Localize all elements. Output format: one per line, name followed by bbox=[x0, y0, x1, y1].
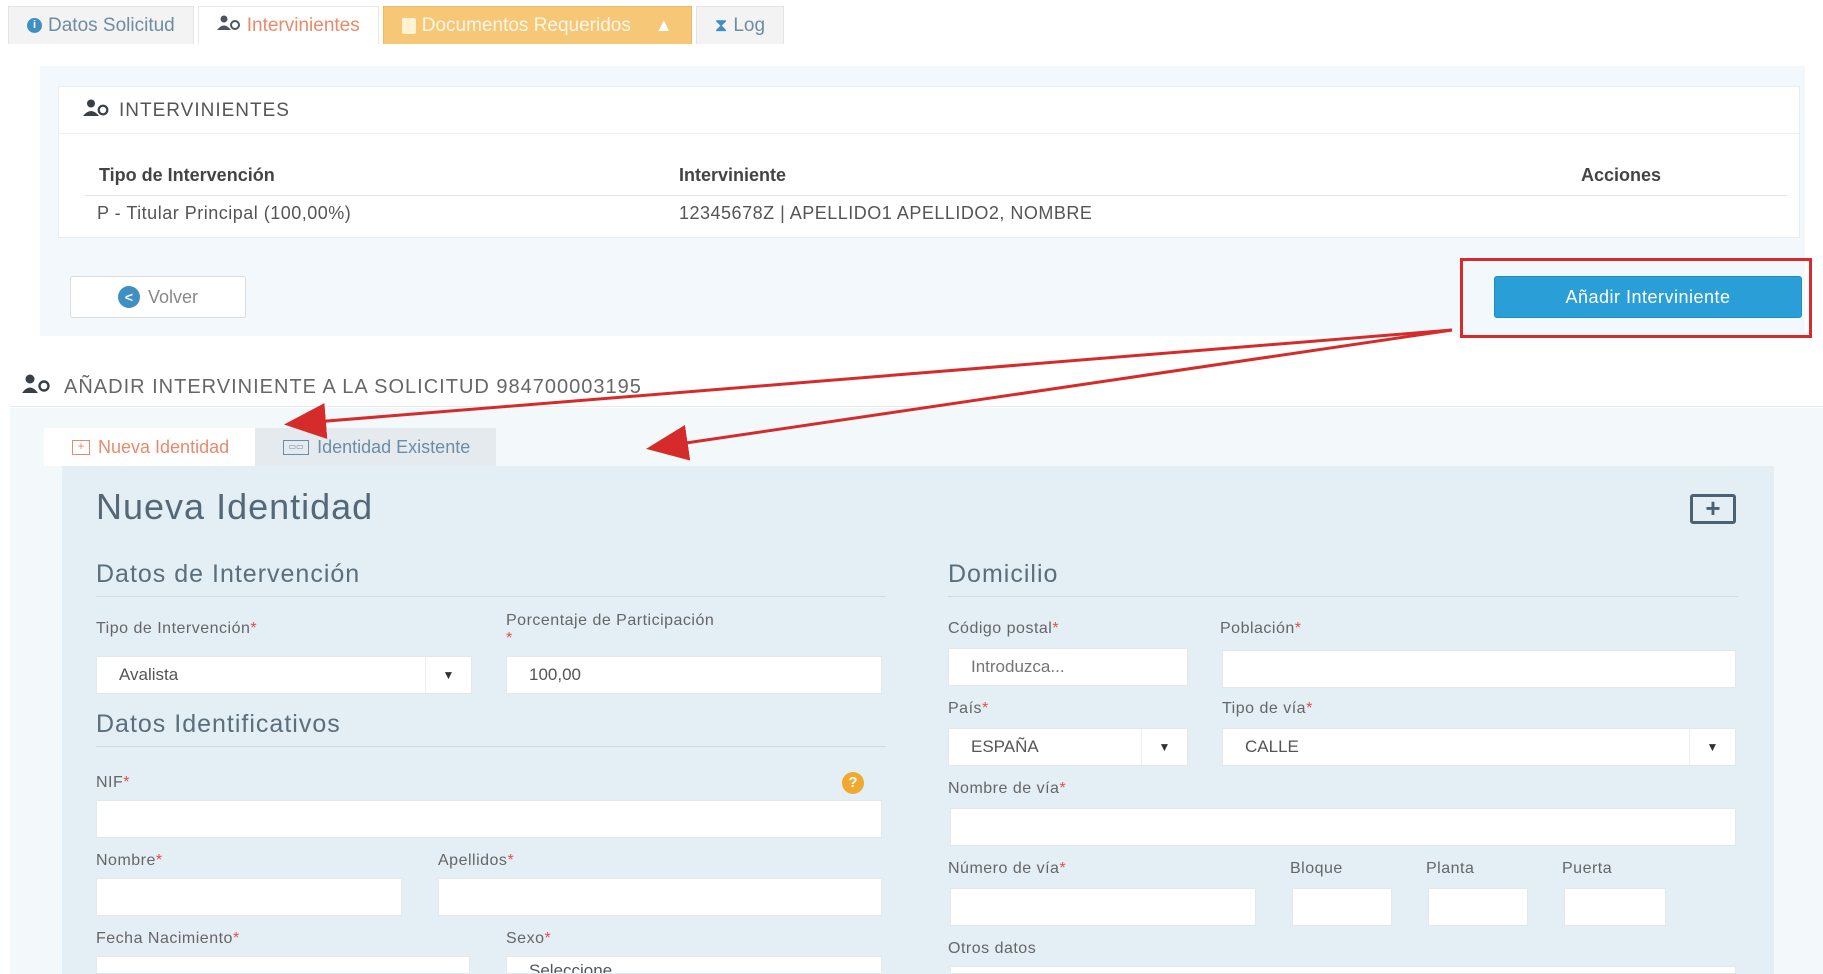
planta-input[interactable] bbox=[1428, 888, 1528, 926]
apellidos-label: Apellidos* bbox=[438, 852, 515, 869]
info-icon: i bbox=[27, 18, 42, 33]
add-section-title-text: AÑADIR INTERVINIENTE A LA SOLICITUD 9847… bbox=[64, 375, 642, 398]
tab-datos-solicitud[interactable]: i Datos Solicitud bbox=[8, 6, 194, 44]
puerta-label: Puerta bbox=[1562, 860, 1613, 877]
users-icon bbox=[83, 99, 109, 123]
card-title: INTERVINIENTES bbox=[83, 99, 290, 123]
tipo-intervencion-label: Tipo de Intervención* bbox=[96, 620, 258, 637]
card-divider bbox=[59, 133, 1799, 134]
nombre-label: Nombre* bbox=[96, 852, 163, 869]
card-title-text: INTERVINIENTES bbox=[119, 100, 290, 121]
sexo-label: Sexo* bbox=[506, 930, 552, 947]
domicilio-heading: Domicilio bbox=[948, 560, 1059, 588]
tab-label: Datos Solicitud bbox=[48, 14, 175, 36]
group-divider bbox=[948, 596, 1738, 597]
intervencion-heading: Datos de Intervención bbox=[96, 560, 361, 588]
porcentaje-input[interactable]: 100,00 bbox=[506, 656, 882, 694]
otros-datos-input[interactable] bbox=[950, 966, 1736, 974]
tab-intervinientes[interactable]: Intervinientes bbox=[197, 6, 379, 44]
top-tab-bar: i Datos Solicitud Intervinientes Documen… bbox=[8, 6, 785, 44]
tab-label: Identidad Existente bbox=[317, 436, 471, 457]
porcentaje-label: Porcentaje de Participación * bbox=[506, 612, 715, 647]
identificativos-heading: Datos Identificativos bbox=[96, 710, 341, 738]
help-icon[interactable]: ? bbox=[842, 772, 864, 794]
fecha-nacimiento-input[interactable] bbox=[96, 956, 470, 974]
fecha-nacimiento-label: Fecha Nacimiento* bbox=[96, 930, 240, 947]
cell-interviniente: 12345678Z | APELLIDO1 APELLIDO2, NOMBRE bbox=[679, 203, 1093, 223]
pais-label: País* bbox=[948, 700, 989, 717]
users-icon bbox=[216, 15, 241, 37]
nombre-via-input[interactable] bbox=[950, 808, 1736, 846]
codigo-postal-input[interactable] bbox=[948, 648, 1188, 686]
hourglass-icon: ⧗ bbox=[714, 15, 728, 35]
add-section-title: AÑADIR INTERVINIENTE A LA SOLICITUD 9847… bbox=[22, 374, 642, 400]
nombre-via-label: Nombre de vía* bbox=[948, 780, 1067, 797]
sexo-select[interactable]: Seleccione bbox=[506, 956, 882, 974]
poblacion-label: Población* bbox=[1220, 620, 1302, 637]
caret-down-icon: ▼ bbox=[1689, 729, 1735, 765]
document-icon bbox=[401, 17, 416, 34]
apellidos-input[interactable] bbox=[438, 878, 882, 916]
bloque-label: Bloque bbox=[1290, 860, 1343, 877]
tipo-via-label: Tipo de vía* bbox=[1222, 700, 1313, 717]
tipo-via-select[interactable]: CALLE ▼ bbox=[1222, 728, 1736, 766]
numero-via-input[interactable] bbox=[950, 888, 1256, 926]
volver-button[interactable]: < Volver bbox=[70, 276, 246, 318]
form-title: Nueva Identidad bbox=[96, 486, 374, 527]
section-divider bbox=[10, 406, 1823, 407]
volver-label: Volver bbox=[147, 286, 199, 307]
col-header-acciones: Acciones bbox=[1581, 165, 1662, 185]
table-header-divider bbox=[85, 195, 1787, 196]
caret-down-icon: ▼ bbox=[425, 657, 471, 693]
col-header-interviniente: Interviniente bbox=[679, 165, 787, 185]
tab-nueva-identidad[interactable]: + Nueva Identidad bbox=[44, 428, 256, 466]
pais-select[interactable]: ESPAÑA ▼ bbox=[948, 728, 1188, 766]
group-divider bbox=[96, 746, 886, 747]
cell-tipo: P - Titular Principal (100,00%) bbox=[97, 203, 352, 223]
identity-tab-bar: + Nueva Identidad ▭▭ Identidad Existente bbox=[44, 428, 497, 466]
bloque-input[interactable] bbox=[1292, 888, 1392, 926]
nif-input[interactable] bbox=[96, 800, 882, 838]
tipo-intervencion-select[interactable]: Avalista ▼ bbox=[96, 656, 472, 694]
nif-label: NIF* bbox=[96, 774, 131, 791]
caret-down-icon: ▼ bbox=[1141, 729, 1187, 765]
tab-label: Documentos Requeridos bbox=[421, 14, 631, 36]
poblacion-input[interactable] bbox=[1222, 650, 1736, 688]
annotation-highlight-box bbox=[1460, 258, 1812, 338]
nombre-input[interactable] bbox=[96, 878, 402, 916]
id-card-icon: ▭▭ bbox=[283, 439, 310, 455]
tab-identidad-existente[interactable]: ▭▭ Identidad Existente bbox=[255, 428, 497, 466]
intervinientes-card: INTERVINIENTES Tipo de Intervención Inte… bbox=[58, 86, 1800, 238]
numero-via-label: Número de vía* bbox=[948, 860, 1067, 877]
otros-datos-label: Otros datos bbox=[948, 940, 1037, 957]
group-divider bbox=[96, 596, 886, 597]
tab-label: Nueva Identidad bbox=[98, 436, 230, 457]
puerta-input[interactable] bbox=[1564, 888, 1666, 926]
planta-label: Planta bbox=[1426, 860, 1475, 877]
warning-icon: ▲ bbox=[654, 15, 673, 35]
plus-box-icon[interactable]: + bbox=[1690, 494, 1736, 524]
codigo-postal-label: Código postal* bbox=[948, 620, 1060, 637]
tab-log[interactable]: ⧗ Log bbox=[695, 6, 785, 44]
tab-label: Log bbox=[733, 14, 766, 36]
col-header-tipo: Tipo de Intervención bbox=[99, 165, 275, 185]
users-icon bbox=[22, 374, 56, 400]
tab-documentos-requeridos[interactable]: Documentos Requeridos ▲ bbox=[382, 6, 692, 44]
tab-label: Intervinientes bbox=[246, 14, 360, 36]
arrow-left-circle-icon: < bbox=[117, 286, 140, 308]
plus-square-icon: + bbox=[72, 439, 90, 455]
